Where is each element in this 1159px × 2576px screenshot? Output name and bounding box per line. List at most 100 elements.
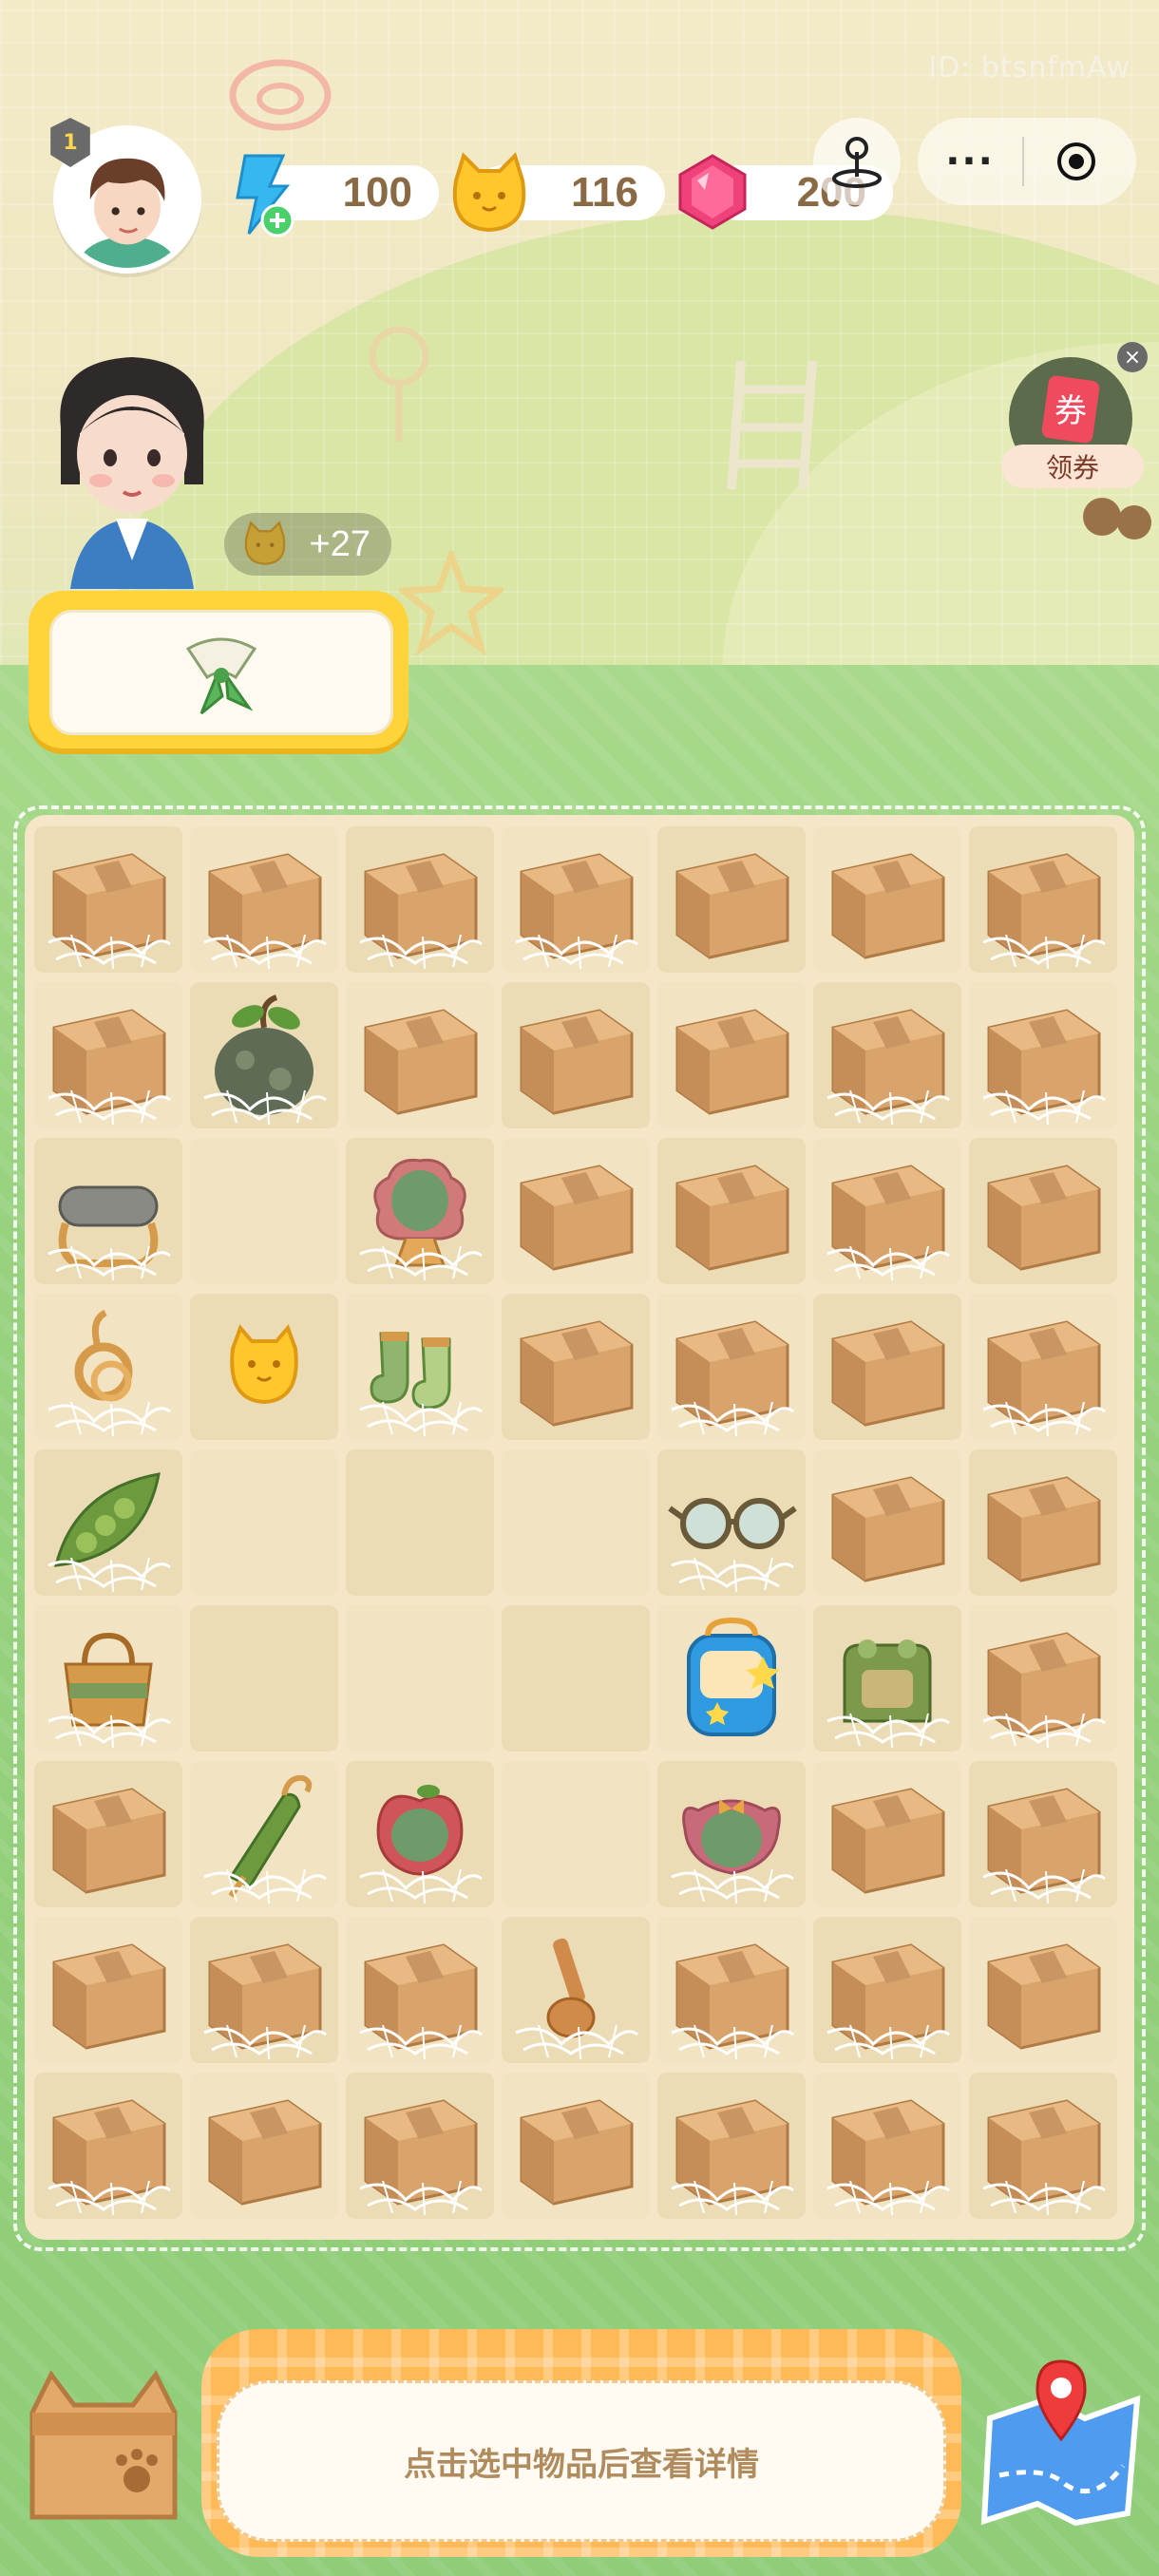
board-cell[interactable] <box>657 982 806 1128</box>
board-cell[interactable] <box>969 1761 1117 1907</box>
coin-icon <box>230 1324 298 1405</box>
board-cell[interactable] <box>502 826 650 973</box>
board-cell[interactable] <box>813 1917 961 2063</box>
board-cell[interactable] <box>813 982 961 1128</box>
board-cell[interactable] <box>657 2073 806 2219</box>
board-cell[interactable] <box>346 1761 494 1907</box>
board-cell[interactable] <box>813 1138 961 1284</box>
board-cell[interactable] <box>657 1294 806 1440</box>
board-cell[interactable] <box>502 982 650 1128</box>
board-cell[interactable] <box>34 982 182 1128</box>
board-cell[interactable] <box>657 1917 806 2063</box>
board-cell[interactable] <box>969 982 1117 1128</box>
board-cell[interactable] <box>190 826 338 973</box>
board-cell[interactable] <box>969 2073 1117 2219</box>
box-icon <box>52 1788 166 1894</box>
board-cell[interactable] <box>190 1138 338 1284</box>
board-cell[interactable] <box>346 1449 494 1596</box>
close-target-button[interactable] <box>1024 139 1129 184</box>
box-icon <box>520 2099 634 2206</box>
rope-cobweb-icon <box>48 1309 171 1437</box>
frog-bag-cobweb-icon <box>826 1639 950 1749</box>
board-cell[interactable] <box>34 1917 182 2063</box>
board-cell[interactable] <box>34 2073 182 2219</box>
board-cell[interactable] <box>657 826 806 973</box>
board-cell[interactable] <box>657 1449 806 1596</box>
box-cobweb-icon <box>359 1943 483 2060</box>
board-cell[interactable] <box>813 2073 961 2219</box>
board-cell[interactable] <box>502 2073 650 2219</box>
box-icon <box>675 853 789 959</box>
board-cell[interactable] <box>969 1917 1117 2063</box>
board-cell[interactable] <box>346 1605 494 1752</box>
box-icon <box>831 1788 945 1894</box>
board-cell[interactable] <box>813 1294 961 1440</box>
board-cell[interactable] <box>813 826 961 973</box>
board-cell[interactable] <box>346 1138 494 1284</box>
box-cobweb-icon <box>671 2099 794 2216</box>
joystick-button[interactable] <box>813 118 901 205</box>
apple-mirror-cobweb-icon <box>359 1785 483 1904</box>
box-cobweb-icon <box>982 1632 1106 1749</box>
board-cell[interactable] <box>190 982 338 1128</box>
joystick-icon <box>832 137 882 188</box>
board-cell[interactable] <box>190 1917 338 2063</box>
board-cell[interactable] <box>346 826 494 973</box>
board-cell[interactable] <box>813 1761 961 1907</box>
board-cell[interactable] <box>346 1917 494 2063</box>
board-cell[interactable] <box>34 1449 182 1596</box>
coupon-badge-text: 券 <box>1054 392 1087 430</box>
gem-icon <box>678 154 747 230</box>
more-dots-icon[interactable]: ··· <box>918 140 1022 183</box>
box-cobweb-icon <box>982 853 1106 970</box>
box-cobweb-icon <box>982 2099 1106 2216</box>
board-cell[interactable] <box>502 1294 650 1440</box>
board-cell[interactable] <box>969 1138 1117 1284</box>
board-cell[interactable] <box>657 1605 806 1752</box>
board-cell[interactable] <box>657 1138 806 1284</box>
map-button-icon[interactable] <box>971 2352 1151 2532</box>
board-cell[interactable] <box>813 1449 961 1596</box>
box-icon <box>987 1476 1101 1582</box>
box-icon <box>987 1165 1101 1271</box>
board-cell[interactable] <box>190 1761 338 1907</box>
board-cell[interactable] <box>502 1917 650 2063</box>
board-cell[interactable] <box>969 1605 1117 1752</box>
board-cell[interactable] <box>34 1138 182 1284</box>
board-cell[interactable] <box>346 1294 494 1440</box>
board-cell[interactable] <box>502 1605 650 1752</box>
coupon-close-button[interactable]: × <box>1117 342 1148 372</box>
cat-box-button-icon[interactable] <box>13 2356 194 2536</box>
board-cell[interactable] <box>657 1761 806 1907</box>
box-cobweb-icon <box>48 2099 171 2216</box>
board-cell[interactable] <box>502 1138 650 1284</box>
board-cell[interactable] <box>969 826 1117 973</box>
box-cobweb-icon <box>48 853 171 970</box>
board-cell[interactable] <box>346 982 494 1128</box>
energy-bolt-icon <box>236 154 294 237</box>
bag-cobweb-icon <box>48 1632 171 1749</box>
board-cell[interactable] <box>34 1761 182 1907</box>
bow-mirror-cobweb-icon <box>671 1799 794 1904</box>
box-icon <box>831 853 945 959</box>
board-cell[interactable] <box>34 1294 182 1440</box>
board-cell[interactable] <box>190 1294 338 1440</box>
board-cell[interactable] <box>34 1605 182 1752</box>
board-cell[interactable] <box>969 1449 1117 1596</box>
board-cell[interactable] <box>190 2073 338 2219</box>
board-cell[interactable] <box>190 1449 338 1596</box>
box-cobweb-icon <box>515 853 638 970</box>
board-cell[interactable] <box>813 1605 961 1752</box>
board-cell[interactable] <box>346 2073 494 2219</box>
item-info-hint: 点击选中物品后查看详情 <box>217 2380 946 2542</box>
order-request-card[interactable] <box>28 591 408 748</box>
customer-girl-icon <box>60 357 204 589</box>
backpack-icon <box>687 1617 780 1736</box>
board-cell[interactable] <box>969 1294 1117 1440</box>
clay-pot-cobweb-icon <box>203 994 327 1126</box>
board-cell[interactable] <box>502 1449 650 1596</box>
box-cobweb-icon <box>671 1943 794 2060</box>
board-cell[interactable] <box>190 1605 338 1752</box>
board-cell[interactable] <box>34 826 182 973</box>
board-cell[interactable] <box>502 1761 650 1907</box>
